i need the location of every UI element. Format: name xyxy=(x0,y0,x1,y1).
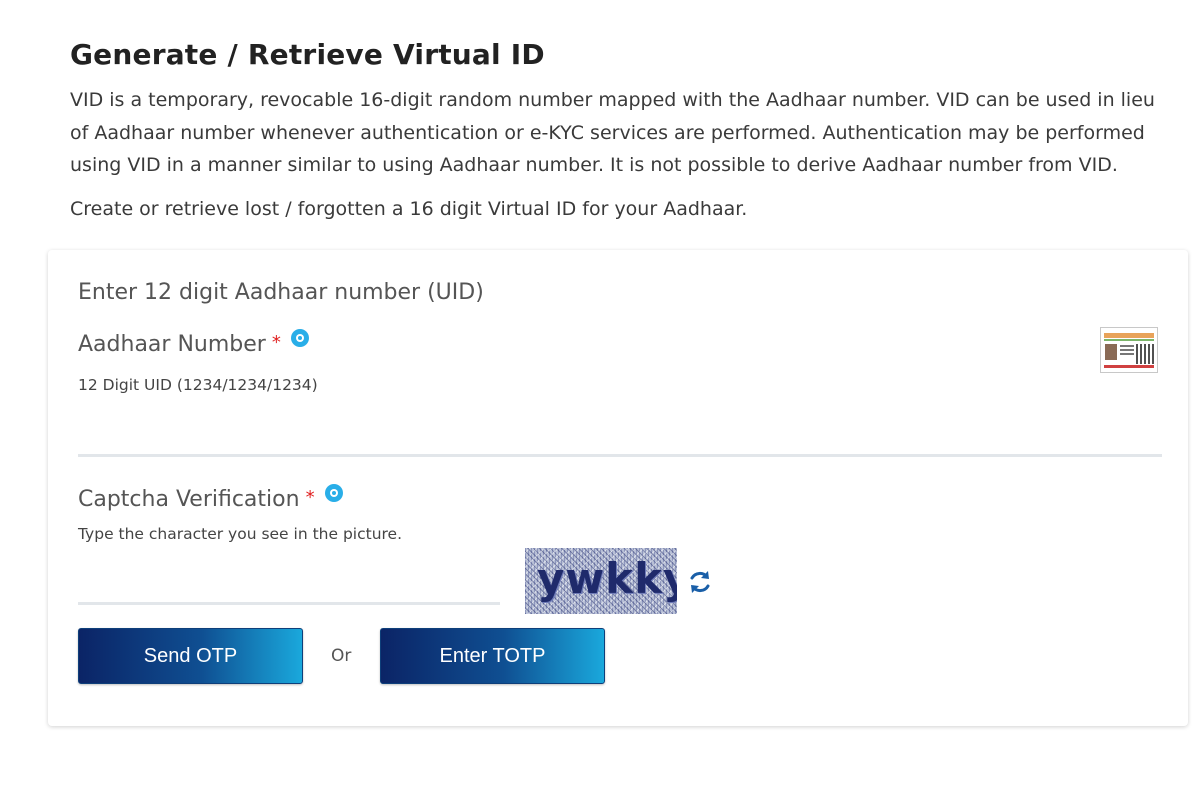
vid-form-card: Enter 12 digit Aadhaar number (UID) Aadh… xyxy=(48,250,1188,726)
card-text-lines xyxy=(1120,345,1134,357)
captcha-verification-label: Captcha Verification * xyxy=(78,484,343,512)
page-subtitle: Create or retrieve lost / forgotten a 16… xyxy=(70,198,748,220)
enter-totp-button[interactable]: Enter TOTP xyxy=(380,628,605,684)
card-header-stripe xyxy=(1104,339,1154,341)
card-header-band xyxy=(1104,333,1154,338)
refresh-icon[interactable] xyxy=(686,568,714,596)
required-asterisk: * xyxy=(271,332,281,353)
card-footer-strip xyxy=(1104,365,1154,368)
card-photo xyxy=(1105,344,1117,360)
aadhaar-number-label: Aadhaar Number * xyxy=(78,329,309,357)
or-separator: Or xyxy=(331,646,352,666)
page-description: VID is a temporary, revocable 16-digit r… xyxy=(70,89,1155,176)
aadhaar-number-label-text: Aadhaar Number xyxy=(78,332,266,357)
form-heading: Enter 12 digit Aadhaar number (UID) xyxy=(78,280,484,305)
card-qr-code xyxy=(1136,344,1154,364)
vid-page: Generate / Retrieve Virtual ID VID is a … xyxy=(0,0,1200,800)
aadhaar-number-hint: 12 Digit UID (1234/1234/1234) xyxy=(78,376,318,394)
captcha-label-text: Captcha Verification xyxy=(78,487,300,512)
info-icon[interactable] xyxy=(324,484,343,502)
required-asterisk: * xyxy=(305,487,315,508)
send-otp-button[interactable]: Send OTP xyxy=(78,628,303,684)
captcha-image: ywkky xyxy=(525,548,677,614)
captcha-hint: Type the character you see in the pictur… xyxy=(78,525,403,543)
aadhaar-card-icon xyxy=(1100,327,1158,373)
page-title: Generate / Retrieve Virtual ID xyxy=(70,38,545,71)
info-icon[interactable] xyxy=(290,329,309,347)
captcha-image-text: ywkky xyxy=(537,554,677,603)
captcha-input[interactable] xyxy=(78,566,500,605)
aadhaar-number-input[interactable] xyxy=(78,410,1162,457)
